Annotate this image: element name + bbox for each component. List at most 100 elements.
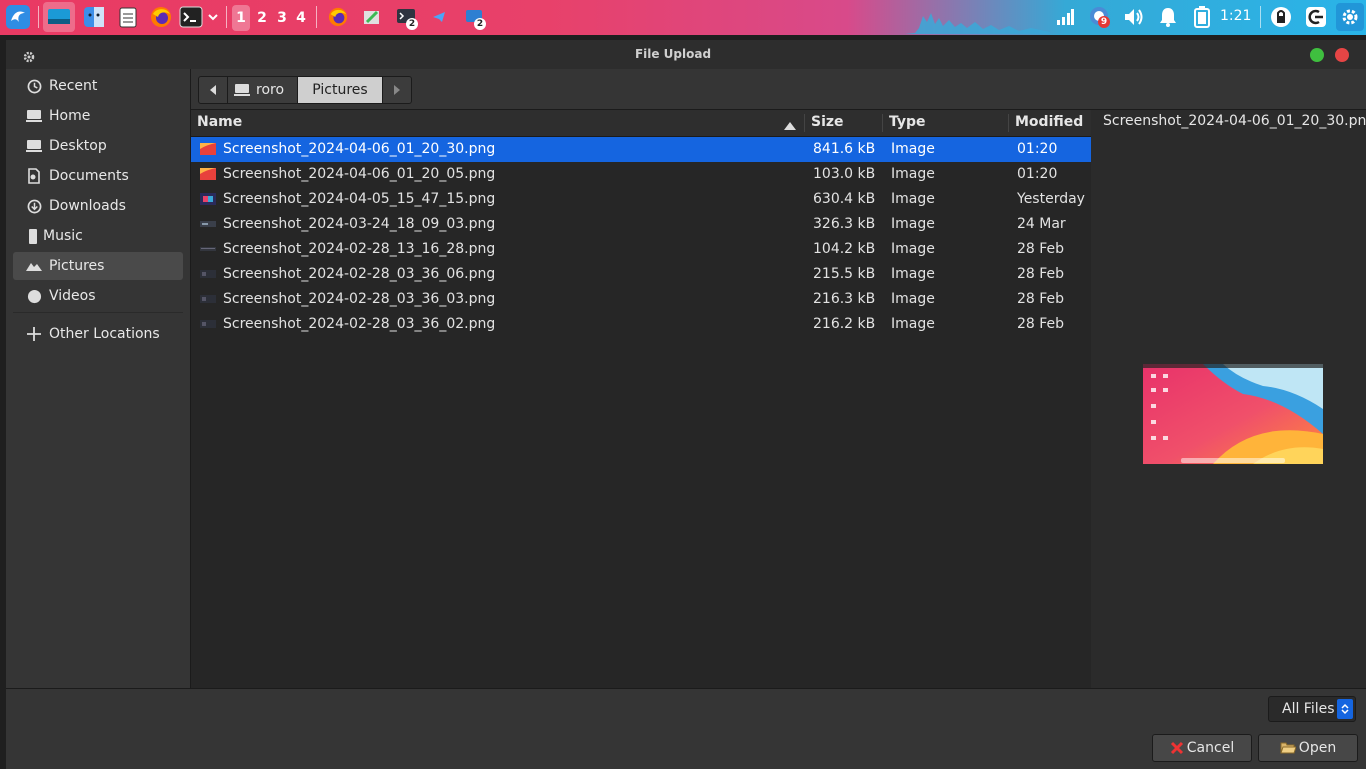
file-type: Image: [891, 291, 935, 307]
home-icon: [26, 108, 42, 124]
file-size: 216.2 kB: [813, 316, 876, 332]
column-header-modified[interactable]: Modified: [1015, 114, 1083, 130]
logout-icon[interactable]: [1303, 4, 1329, 30]
path-bar: roro Pictures: [191, 69, 1366, 110]
open-button[interactable]: Open: [1258, 734, 1358, 762]
cancel-x-icon: [1170, 741, 1184, 755]
lock-icon[interactable]: [1268, 4, 1294, 30]
file-modified: 24 Mar: [1017, 216, 1066, 232]
sidebar-item-home[interactable]: Home: [13, 102, 183, 130]
workspace-1[interactable]: 1: [232, 5, 250, 31]
notification-count-badge: 9: [1098, 16, 1110, 28]
file-type-filter-select[interactable]: All Files: [1268, 696, 1356, 722]
finder-icon[interactable]: [81, 4, 107, 30]
table-row[interactable]: Screenshot_2024-04-06_01_20_05.png 103.0…: [191, 162, 1091, 187]
sidebar-item-music[interactable]: Music: [13, 222, 183, 250]
image-thumbnail-icon: [200, 293, 216, 305]
file-modified: 28 Feb: [1017, 266, 1065, 282]
terminal-icon[interactable]: [178, 4, 204, 30]
pictures-icon: [26, 258, 42, 274]
file-type: Image: [891, 166, 935, 182]
file-name: Screenshot_2024-02-28_03_36_06.png: [223, 266, 496, 282]
workspace-4[interactable]: 4: [292, 5, 310, 31]
clock[interactable]: 1:21: [1220, 8, 1251, 24]
table-row[interactable]: Screenshot_2024-02-28_13_16_28.png 104.2…: [191, 237, 1091, 262]
file-size: 215.5 kB: [813, 266, 876, 282]
file-type: Image: [891, 216, 935, 232]
app-launcher-icon[interactable]: [4, 4, 32, 30]
path-segment-label: Pictures: [312, 82, 368, 98]
table-row[interactable]: Screenshot_2024-02-28_03_36_03.png 216.3…: [191, 287, 1091, 312]
column-headers: Name Size Type Modified: [191, 110, 1091, 137]
sort-ascending-icon[interactable]: [784, 118, 796, 134]
sidebar-item-label: Recent: [49, 78, 98, 94]
window-group-count-badge: 2: [474, 18, 486, 30]
bell-icon[interactable]: [1156, 4, 1180, 30]
close-button[interactable]: [1335, 48, 1349, 62]
taskbar-separator: [1260, 6, 1261, 28]
path-forward-button[interactable]: [382, 76, 412, 104]
file-type: Image: [891, 141, 935, 157]
desktop-icon: [26, 138, 42, 154]
table-row[interactable]: Screenshot_2024-02-28_03_36_06.png 215.5…: [191, 262, 1091, 287]
file-type: Image: [891, 316, 935, 332]
sidebar-item-desktop[interactable]: Desktop: [13, 132, 183, 160]
taskbar-separator: [316, 6, 317, 28]
sidebar-item-downloads[interactable]: Downloads: [13, 192, 183, 220]
settings-gear-icon[interactable]: [1336, 3, 1364, 31]
dialog-titlebar[interactable]: File Upload: [6, 40, 1366, 69]
path-segment-pictures[interactable]: Pictures: [297, 76, 383, 104]
taskbar: 1 2 3 4 2 2 9 1:21: [0, 0, 1366, 35]
file-upload-dialog: File Upload Recent Home Desktop Document…: [6, 40, 1366, 769]
firefox-window-icon[interactable]: [326, 4, 350, 30]
firefox-icon[interactable]: [148, 4, 174, 30]
table-row[interactable]: Screenshot_2024-03-24_18_09_03.png 326.3…: [191, 212, 1091, 237]
cpu-graph: [905, 8, 1050, 34]
sidebar-item-videos[interactable]: Videos: [13, 282, 183, 310]
telegram-window-icon[interactable]: [428, 4, 450, 30]
cancel-button-label: Cancel: [1186, 740, 1235, 756]
path-back-button[interactable]: [198, 76, 228, 104]
signal-strength-icon[interactable]: [1054, 4, 1076, 30]
dialog-title: File Upload: [634, 47, 712, 61]
maximize-button[interactable]: [1310, 48, 1324, 62]
preview-pane: Screenshot_2024-04-06_01_20_30.png: [1091, 110, 1366, 688]
chevron-up-down-icon: [1337, 699, 1353, 719]
column-header-name[interactable]: Name: [197, 114, 242, 130]
cancel-button[interactable]: Cancel: [1152, 734, 1252, 762]
music-icon: [28, 228, 38, 244]
workspace-2[interactable]: 2: [253, 5, 271, 31]
editor-window-icon[interactable]: [360, 4, 384, 30]
sidebar-item-label: Downloads: [49, 198, 126, 214]
sidebar-item-label: Desktop: [49, 138, 107, 154]
workspace-3[interactable]: 3: [273, 5, 291, 31]
file-type: Image: [891, 266, 935, 282]
file-modified: 01:20: [1017, 166, 1058, 182]
sidebar-item-documents[interactable]: Documents: [13, 162, 183, 190]
preview-filename: Screenshot_2024-04-06_01_20_30.png: [1103, 113, 1366, 129]
path-segment-roro[interactable]: roro: [227, 76, 298, 104]
show-desktop-icon[interactable]: [43, 2, 75, 32]
file-name: Screenshot_2024-04-06_01_20_30.png: [223, 141, 496, 157]
column-header-type[interactable]: Type: [889, 114, 926, 130]
column-header-size[interactable]: Size: [811, 114, 844, 130]
table-row[interactable]: Screenshot_2024-04-06_01_20_30.png 841.6…: [191, 137, 1091, 162]
table-row[interactable]: Screenshot_2024-04-05_15_47_15.png 630.4…: [191, 187, 1091, 212]
image-thumbnail-icon: [200, 168, 216, 180]
battery-icon[interactable]: [1190, 4, 1214, 30]
notes-icon[interactable]: [115, 4, 141, 30]
file-modified: 28 Feb: [1017, 241, 1065, 257]
chevron-left-icon: [210, 85, 216, 95]
sidebar-item-pictures[interactable]: Pictures: [13, 252, 183, 280]
file-size: 630.4 kB: [813, 191, 876, 207]
sidebar-item-label: Pictures: [49, 258, 105, 274]
image-thumbnail-icon: [200, 243, 216, 255]
file-name: Screenshot_2024-02-28_13_16_28.png: [223, 241, 496, 257]
chevron-down-icon[interactable]: [205, 4, 221, 30]
table-row[interactable]: Screenshot_2024-02-28_03_36_02.png 216.2…: [191, 312, 1091, 337]
sidebar-item-recent[interactable]: Recent: [13, 72, 183, 100]
sidebar-item-other-locations[interactable]: Other Locations: [13, 320, 183, 348]
file-modified: 01:20: [1017, 141, 1058, 157]
volume-icon[interactable]: [1121, 4, 1147, 30]
file-name: Screenshot_2024-04-06_01_20_05.png: [223, 166, 496, 182]
